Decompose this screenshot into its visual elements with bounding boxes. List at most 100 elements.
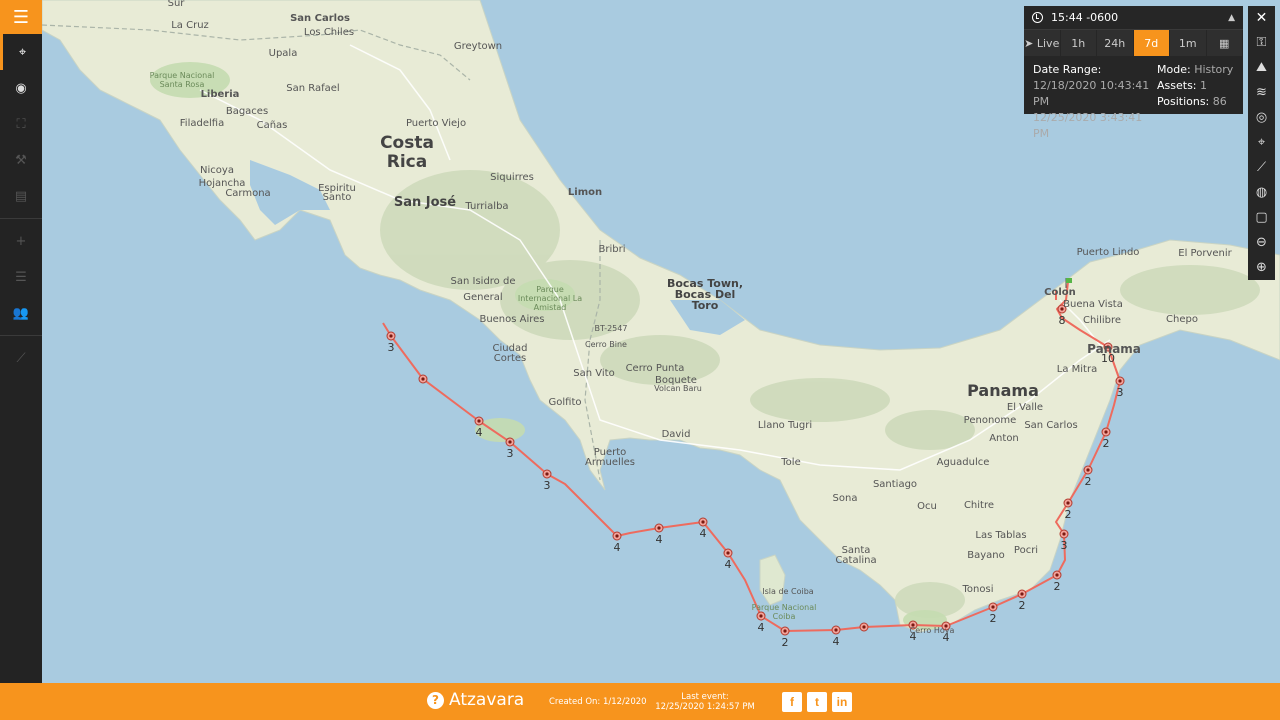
sidebar-list-icon[interactable]: ☰ [0,259,42,295]
sidebar-divider [0,218,42,219]
sidebar-users-icon[interactable]: 👥 [0,295,42,331]
track-point-center [759,614,763,618]
globe-icon[interactable]: ◍ [1248,180,1275,205]
track-point-center [1066,501,1070,505]
date-range-label: Date Range: [1033,63,1102,76]
tab-1h[interactable]: 1h [1060,30,1097,56]
svg-text:Parque Nacional: Parque Nacional [150,71,215,80]
zoom-in-icon[interactable]: ⊕ [1248,255,1275,280]
hamburger-menu-icon[interactable]: ☰ [0,0,42,34]
track-point-center [726,551,730,555]
track-point-center [1086,468,1090,472]
track-point-center [615,534,619,538]
sidebar-tools-icon[interactable]: ⚒ [0,142,42,178]
positions-label: Positions: [1157,95,1210,108]
last-event: Last event: 12/25/2020 1:24:57 PM [655,692,755,712]
track-point-count: 2 [1103,437,1110,450]
track-point-count: 4 [725,558,732,571]
zoom-out-icon[interactable]: ⊖ [1248,230,1275,255]
svg-text:Penonome: Penonome [964,415,1017,426]
linkedin-icon[interactable]: in [832,692,852,712]
svg-text:Santa Rosa: Santa Rosa [160,80,205,89]
track-point-center [1118,379,1122,383]
svg-text:San Vito: San Vito [573,368,614,379]
svg-text:Santo: Santo [323,192,352,203]
track-point-count: 8 [1059,314,1066,327]
svg-text:San Carlos: San Carlos [1024,420,1077,431]
track-point-count: 4 [614,541,621,554]
svg-text:Limon: Limon [568,187,602,198]
sidebar-map-pin-icon[interactable]: ⌖ [0,34,42,70]
sidebar-target-icon[interactable]: ◉ [0,70,42,106]
draw-area-icon[interactable]: ▢ [1248,205,1275,230]
tab-live[interactable]: ➤ Live [1024,30,1061,56]
track-point-count: 2 [1054,580,1061,593]
svg-text:Santiago: Santiago [873,479,917,490]
time-range-tabs: ➤ Live 1h 24h 7d 1m ▦ [1024,30,1243,56]
svg-text:Bayano: Bayano [967,550,1005,561]
svg-text:Nicoya: Nicoya [200,165,234,176]
sidebar-assets-icon[interactable]: ⛶ [0,106,42,142]
date-to: 12/25/2020 3:43:41 PM [1033,111,1143,140]
svg-text:Rica: Rica [387,152,427,172]
positions-value: 86 [1212,95,1227,108]
svg-text:Turrialba: Turrialba [464,201,508,212]
svg-text:El Valle: El Valle [1007,402,1043,413]
compass-icon[interactable]: ◎ [1248,105,1275,130]
track-point-count: 4 [700,527,707,540]
svg-text:Cañas: Cañas [257,120,288,131]
facebook-icon[interactable]: f [782,692,802,712]
sidebar-add-icon[interactable]: + [0,223,42,259]
svg-text:Siquirres: Siquirres [490,172,534,183]
track-point-count: 3 [1117,386,1124,399]
tab-7d[interactable]: 7d [1133,30,1170,56]
track-point-count: 4 [656,533,663,546]
mode-label: Mode: [1157,63,1191,76]
twitter-icon[interactable]: t [807,692,827,712]
current-time: 15:44 -0600 [1051,11,1119,24]
tab-24h[interactable]: 24h [1097,30,1134,56]
svg-text:Cerro Bine: Cerro Bine [585,340,627,349]
svg-text:General: General [463,292,502,303]
track-point-center [657,526,661,530]
svg-text:Isla de Coiba: Isla de Coiba [762,587,814,596]
track-point-center [1055,573,1059,577]
track-point-center [991,605,995,609]
help-icon[interactable]: ? [427,691,444,709]
track-point-center [701,520,705,524]
brand[interactable]: ? Atzavara [427,690,524,710]
svg-text:Tole: Tole [780,457,800,468]
wrench-icon[interactable]: ⚿ [1248,30,1275,55]
layers-icon[interactable]: ≋ [1248,80,1275,105]
map-icon[interactable]: ⛰ [1248,55,1275,80]
tab-1m[interactable]: 1m [1170,30,1207,56]
svg-text:Puerto Lindo: Puerto Lindo [1077,247,1140,258]
svg-text:San Isidro de: San Isidro de [451,276,516,287]
track-point-center [421,377,425,381]
svg-text:La Mitra: La Mitra [1057,364,1097,375]
sidebar-layers-icon[interactable]: ▤ [0,178,42,214]
created-on: Created On: 1/12/2020 [549,697,647,707]
track-point-center [389,334,393,338]
time-filter-panel: 15:44 -0600 ▲ ➤ Live 1h 24h 7d 1m ▦ Date… [1024,6,1243,140]
svg-text:Bribri: Bribri [599,244,626,255]
ruler-icon[interactable]: ⟋ [1248,155,1275,180]
svg-text:Puerto Viejo: Puerto Viejo [406,118,466,129]
svg-text:Golfito: Golfito [549,397,582,408]
locate-icon[interactable]: ⌖ [1248,130,1275,155]
svg-text:David: David [662,429,691,440]
close-icon[interactable]: ✕ [1248,6,1275,30]
time-panel-header[interactable]: 15:44 -0600 ▲ [1024,6,1243,30]
svg-text:San Rafael: San Rafael [286,83,339,94]
date-from: 12/18/2020 10:43:41 PM [1033,79,1150,108]
track-point-count: 4 [476,426,483,439]
chevron-up-icon[interactable]: ▲ [1228,13,1235,23]
track-point-count: 2 [782,636,789,649]
track-point-count: 4 [833,635,840,648]
svg-text:Panama: Panama [1087,342,1141,356]
clock-icon [1032,12,1043,23]
calendar-icon[interactable]: ▦ [1206,30,1243,56]
brand-name: Atzavara [449,690,525,710]
track-point-center [545,472,549,476]
sidebar-chart-icon[interactable]: ⟋ [0,340,42,376]
